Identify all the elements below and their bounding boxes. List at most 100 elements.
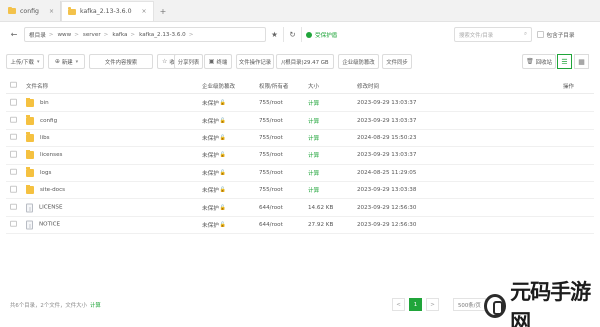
row-checkbox[interactable] — [10, 220, 17, 230]
terminal-button[interactable]: ▣ 终端 — [204, 54, 232, 69]
breadcrumb-item-root[interactable]: 根目录 — [29, 31, 46, 39]
refresh-icon[interactable]: ↻ — [284, 27, 302, 42]
row-checkbox[interactable] — [10, 151, 17, 160]
protect-cell[interactable]: 未保护 🔓 — [202, 221, 226, 229]
protect-link[interactable]: 受保护盾 — [306, 31, 337, 39]
perm-cell[interactable]: 755/root — [259, 118, 283, 124]
file-name-cell[interactable]: licenses — [26, 149, 62, 160]
size-cell[interactable]: 计算 — [308, 117, 319, 125]
file-log-button[interactable]: 文件操作记录 — [236, 54, 274, 69]
file-name[interactable]: LICENSE — [39, 205, 62, 211]
file-icon — [26, 203, 33, 213]
file-name[interactable]: bin — [40, 100, 49, 106]
size-cell[interactable]: 计算 — [308, 99, 319, 107]
file-name-cell[interactable]: logs — [26, 167, 51, 177]
summary-calc-link[interactable]: 计算 — [90, 303, 101, 309]
perm-cell[interactable]: 755/root — [259, 170, 283, 176]
table-row[interactable]: licenses 未保护 🔓 755/root 计算 2023-09-29 13:03:3… — [6, 147, 594, 165]
perm-cell[interactable]: 644/root — [259, 205, 283, 211]
mtime-cell: 2024-08-29 15:50:23 — [357, 134, 417, 141]
size-cell[interactable]: 计算 — [308, 186, 319, 194]
col-mtime[interactable]: 修改时间 — [357, 82, 379, 90]
upload-download-button[interactable]: 上传/下载 — [6, 54, 44, 69]
table-row[interactable]: bin 未保护 🔓 755/root 计算 2023-09-29 13:03:37 — [6, 95, 594, 113]
col-protect: 企业级防篡改 — [202, 83, 236, 90]
row-checkbox[interactable] — [10, 116, 17, 125]
protect-cell[interactable]: 未保护 🔓 — [202, 204, 226, 212]
tab-kafka[interactable]: kafka_2.13-3.6.0 × — [60, 1, 154, 21]
close-icon[interactable]: × — [49, 8, 54, 15]
breadcrumb-item-kafka[interactable]: kafka — [112, 32, 127, 38]
list-view-icon[interactable]: ☰ — [557, 54, 572, 69]
select-all-checkbox[interactable] — [10, 81, 17, 90]
perm-cell[interactable]: 755/root — [259, 152, 283, 158]
content-search-button[interactable]: 文件内容搜索 — [89, 54, 153, 69]
col-size[interactable]: 大小 — [308, 82, 319, 90]
file-name[interactable]: libs — [40, 135, 50, 141]
col-name[interactable]: 文件名称 — [26, 82, 48, 90]
file-name-cell[interactable]: config — [26, 115, 57, 125]
file-name[interactable]: logs — [40, 170, 51, 176]
breadcrumb[interactable]: 根目录 > www > server > kafka > kafka_2.13-… — [24, 27, 266, 42]
row-checkbox[interactable] — [10, 185, 17, 195]
row-checkbox[interactable] — [10, 98, 17, 108]
file-name[interactable]: NOTICE — [39, 222, 60, 228]
file-sync-button[interactable]: 文件同步 — [382, 54, 412, 69]
row-checkbox[interactable] — [10, 168, 17, 178]
file-manager: config × kafka_2.13-3.6.0 × + ← 根目录 > ww… — [0, 0, 600, 327]
close-icon[interactable]: × — [142, 8, 147, 15]
add-tab-button[interactable]: + — [153, 1, 173, 21]
page-size-select[interactable]: 500条/页 — [453, 298, 486, 311]
file-name[interactable]: config — [40, 118, 57, 124]
file-name-cell[interactable]: bin — [26, 97, 49, 108]
file-name-cell[interactable]: libs — [26, 132, 50, 142]
grid-view-icon[interactable]: ▦ — [574, 54, 589, 69]
perm-cell[interactable]: 755/root — [259, 135, 283, 141]
file-name[interactable]: site-docs — [40, 187, 65, 193]
next-page-button[interactable]: > — [426, 298, 439, 311]
include-subdir-checkbox[interactable]: 包含子目录 — [537, 27, 574, 42]
disk-button[interactable]: /(根目录)29.47 GB — [276, 54, 334, 69]
col-perm[interactable]: 权限/所有者 — [259, 82, 288, 90]
file-name[interactable]: licenses — [40, 152, 62, 158]
recycle-bin-button[interactable]: 🗑 回收站 — [522, 54, 556, 69]
protect-cell[interactable]: 未保护 🔓 — [202, 117, 226, 125]
page-number[interactable]: 1 — [409, 298, 422, 311]
perm-cell[interactable]: 755/root — [259, 100, 283, 106]
file-name-cell[interactable]: site-docs — [26, 184, 65, 195]
checkbox[interactable] — [537, 31, 544, 38]
table-row[interactable]: libs 未保护 🔓 755/root 计算 2024-08-29 15:50:23 — [6, 130, 594, 148]
file-name-cell[interactable]: NOTICE — [26, 220, 60, 230]
protect-cell[interactable]: 未保护 🔓 — [202, 169, 226, 177]
protect-cell[interactable]: 未保护 🔓 — [202, 99, 226, 107]
file-name-cell[interactable]: LICENSE — [26, 203, 62, 213]
protect-cell[interactable]: 未保护 🔓 — [202, 186, 226, 194]
size-cell[interactable]: 计算 — [308, 151, 319, 159]
breadcrumb-item-server[interactable]: server — [83, 32, 101, 38]
breadcrumb-item-kafka-version[interactable]: kafka_2.13-3.6.0 — [139, 32, 186, 38]
breadcrumb-item-www[interactable]: www — [57, 32, 71, 38]
table-row[interactable]: config 未保护 🔓 755/root 计算 2023-09-29 13:03:37 — [6, 112, 594, 130]
share-list-button[interactable]: 分享列表 — [174, 54, 203, 69]
tab-config[interactable]: config × — [2, 1, 61, 21]
protect-cell[interactable]: 未保护 🔓 — [202, 151, 226, 159]
table-row[interactable]: logs 未保护 🔓 755/root 计算 2024-08-25 11:29:05 — [6, 165, 594, 182]
row-checkbox[interactable] — [10, 203, 17, 212]
table-row[interactable]: site-docs 未保护 🔓 755/root 计算 2023-09-29 13:03:… — [6, 182, 594, 200]
prev-page-button[interactable]: < — [392, 298, 405, 311]
enterprise-protect-button[interactable]: 企业级防篡改 — [338, 54, 379, 69]
perm-cell[interactable]: 755/root — [259, 187, 283, 193]
new-button[interactable]: ⊕ 新建 — [48, 54, 85, 69]
table-row[interactable]: LICENSE 未保护 🔓 644/root 14.62 KB 2023-09-29 12… — [6, 199, 594, 217]
search-input[interactable]: 搜索文件/目录 ⌕ — [454, 27, 532, 42]
size-cell[interactable]: 计算 — [308, 169, 319, 177]
row-checkbox[interactable] — [10, 133, 17, 143]
back-arrow-icon[interactable]: ← — [6, 27, 22, 42]
search-icon[interactable]: ⌕ — [524, 31, 527, 38]
size-cell[interactable]: 计算 — [308, 134, 319, 142]
protect-cell[interactable]: 未保护 🔓 — [202, 134, 226, 142]
star-icon[interactable]: ★ — [266, 27, 284, 42]
perm-cell[interactable]: 644/root — [259, 222, 283, 228]
terminal-label: 终端 — [216, 59, 228, 66]
table-row[interactable]: NOTICE 未保护 🔓 644/root 27.92 KB 2023-09-29 12:… — [6, 217, 594, 235]
